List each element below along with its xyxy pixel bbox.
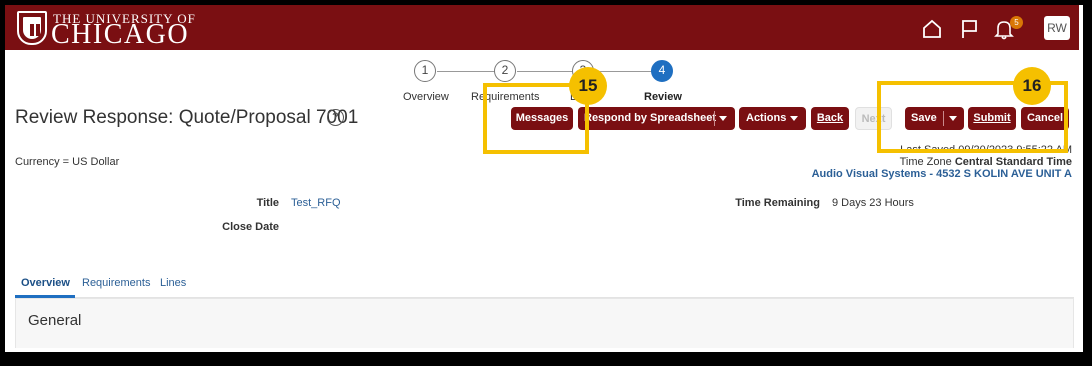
close-date-label: Close Date — [222, 221, 279, 233]
step-requirements[interactable]: 2 — [494, 60, 516, 82]
stepper-connector — [517, 71, 574, 72]
actions-menu-button[interactable]: Actions — [739, 107, 806, 130]
actions-label: Actions — [746, 112, 787, 124]
chevron-down-icon — [790, 107, 798, 130]
callout-number-16: 16 — [1013, 67, 1051, 105]
stepper-connector — [596, 71, 654, 72]
step-overview[interactable]: 1 — [414, 60, 436, 82]
university-name-line2[interactable]: CHICAGO — [51, 20, 189, 50]
callout-number-15: 15 — [569, 67, 607, 105]
tab-requirements[interactable]: Requirements — [82, 277, 150, 289]
title-value-link[interactable]: Test_RFQ — [291, 197, 341, 209]
chevron-down-icon[interactable] — [719, 107, 727, 130]
section-title-general: General — [28, 312, 82, 329]
app-window: THE UNIVERSITY OF CHICAGO 5 RW 1 2 3 4 O… — [5, 5, 1079, 348]
title-label: Title — [256, 197, 279, 209]
step-review[interactable]: 4 — [651, 60, 673, 82]
tab-overview[interactable]: Overview — [21, 277, 70, 289]
time-remaining-value: 9 Days 23 Hours — [832, 197, 914, 209]
back-button[interactable]: Back — [811, 107, 849, 130]
step-label-review: Review — [644, 91, 682, 103]
stepper-connector — [437, 71, 495, 72]
supplier-site: Audio Visual Systems - 4532 S KOLIN AVE … — [811, 168, 1072, 180]
user-avatar[interactable]: RW — [1044, 16, 1070, 40]
help-icon[interactable]: ? — [327, 109, 344, 126]
timezone-row: Time Zone Central Standard Time — [900, 156, 1072, 168]
general-section: General — [15, 298, 1074, 348]
respond-by-spreadsheet-label: Respond by Spreadsheet — [584, 112, 717, 124]
timezone-value: Central Standard Time — [954, 156, 1072, 168]
home-icon[interactable] — [921, 18, 943, 40]
university-crest-icon — [17, 11, 47, 45]
tab-lines[interactable]: Lines — [160, 277, 186, 289]
step-label-overview[interactable]: Overview — [403, 91, 449, 103]
page-title: Review Response: Quote/Proposal 7001 — [15, 107, 359, 128]
timezone-label: Time Zone — [899, 156, 952, 168]
flag-icon[interactable] — [958, 18, 980, 40]
top-header-bar: THE UNIVERSITY OF CHICAGO 5 RW — [5, 5, 1079, 50]
respond-by-spreadsheet-button[interactable]: Respond by Spreadsheet — [578, 107, 735, 130]
currency-text: Currency = US Dollar — [15, 156, 120, 168]
notification-badge: 5 — [1010, 16, 1023, 29]
time-remaining-label: Time Remaining — [735, 197, 820, 209]
